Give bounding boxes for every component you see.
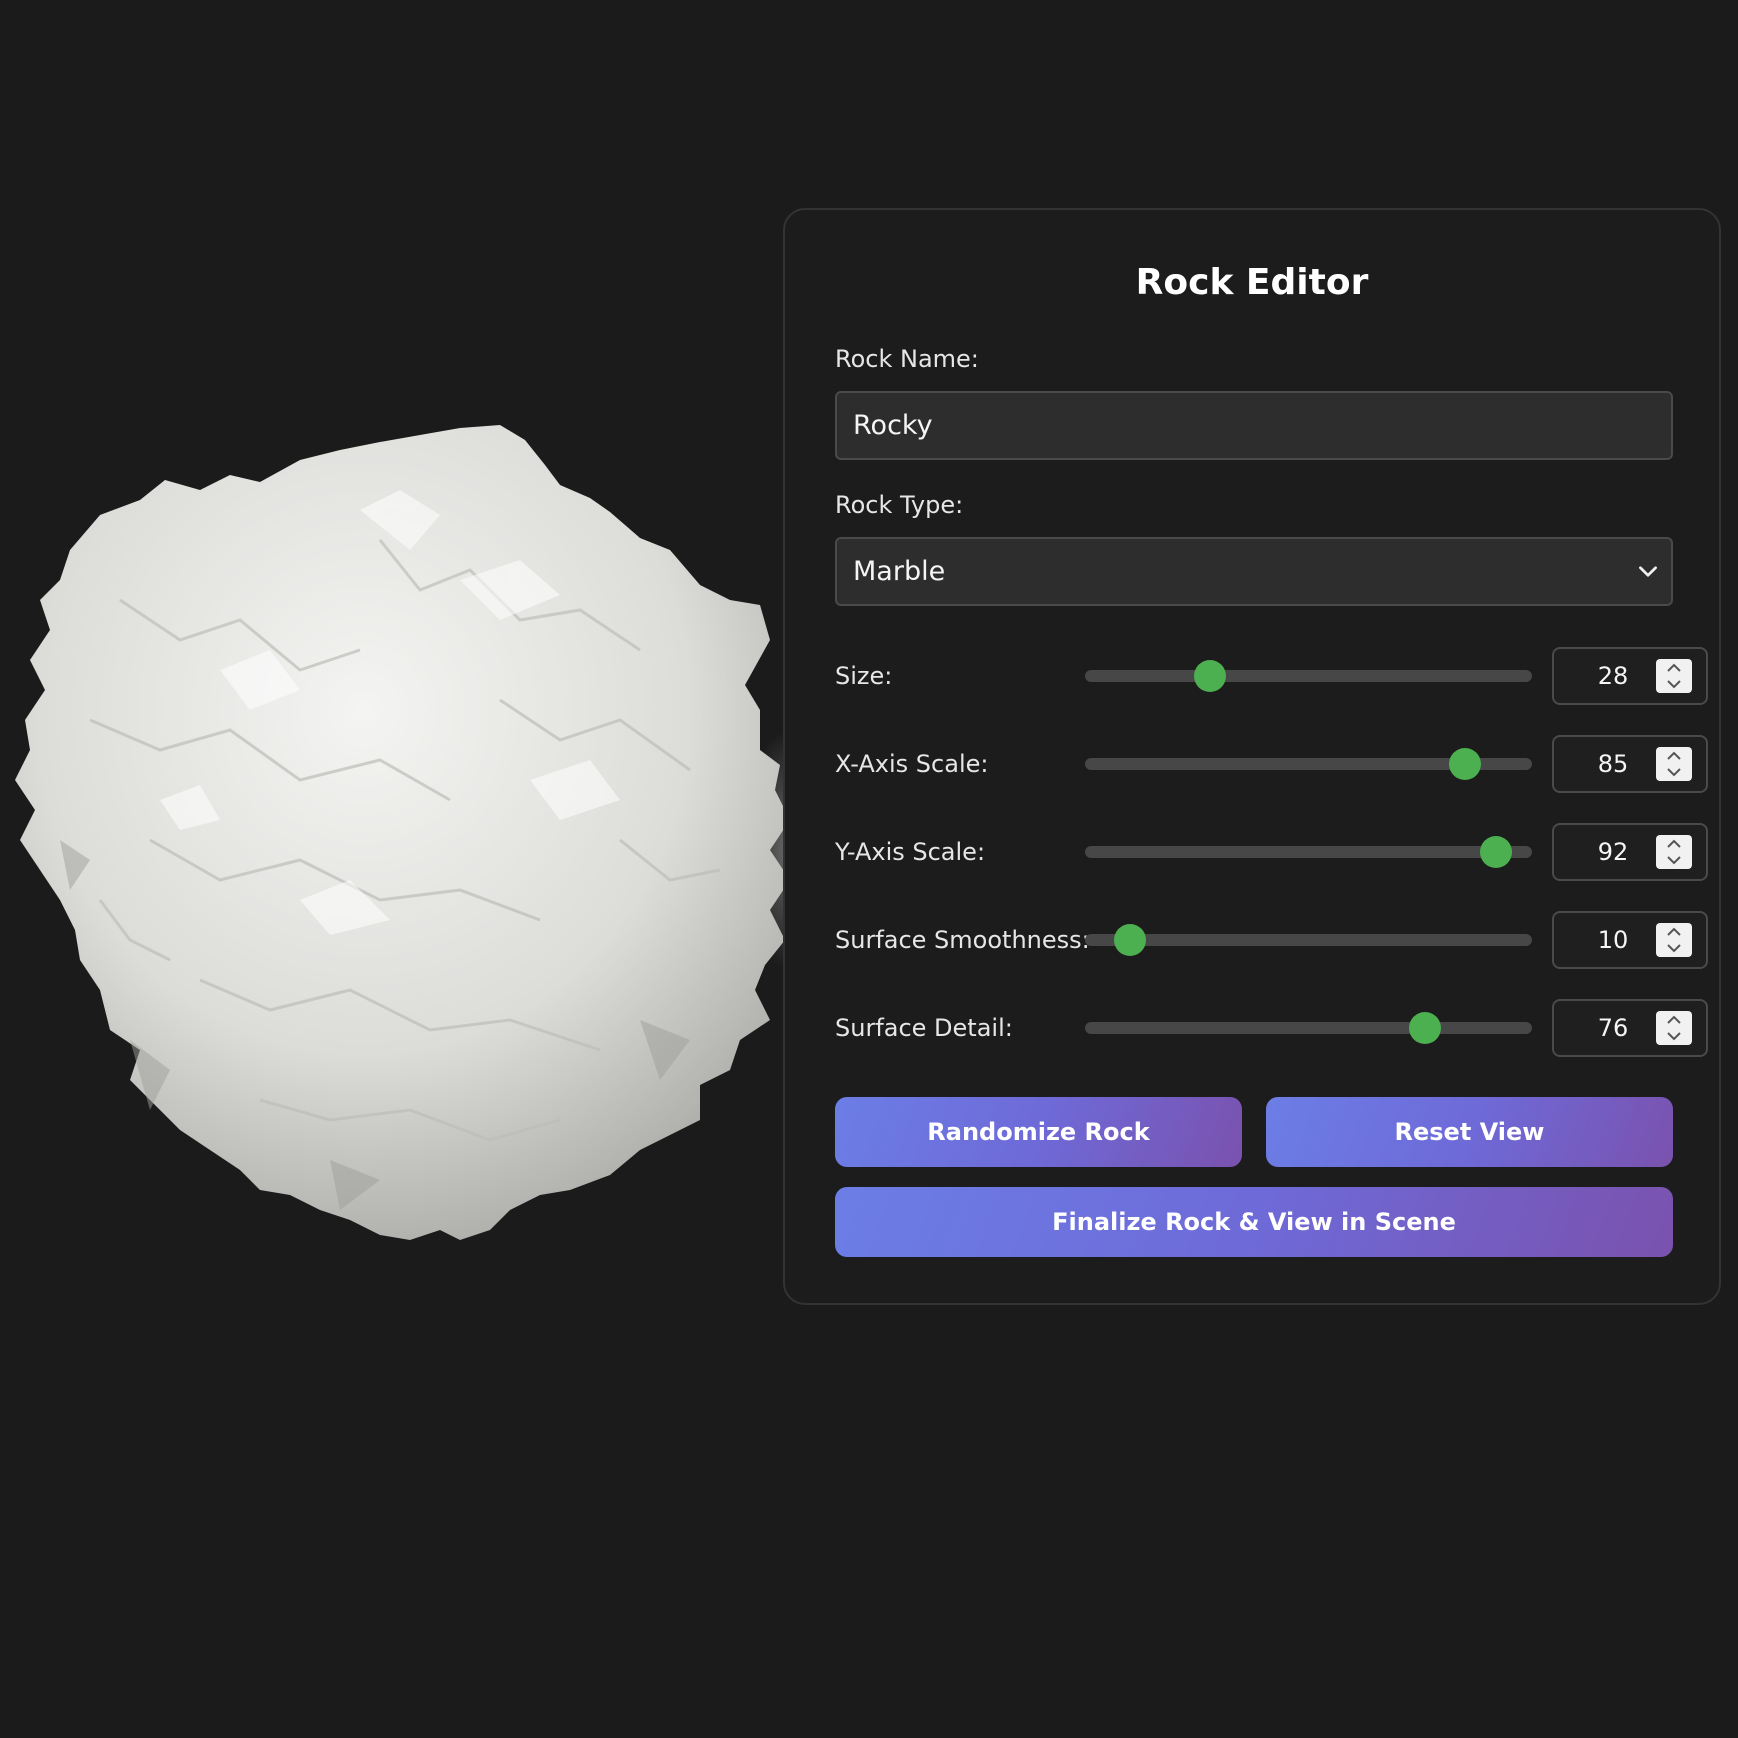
surface-smoothness-label: Surface Smoothness:	[835, 926, 1090, 954]
surface-smoothness-spinner[interactable]	[1656, 923, 1692, 957]
surface-smoothness-value: 10	[1597, 926, 1629, 954]
x-axis-scale-slider[interactable]	[1085, 748, 1532, 780]
surface-smoothness-number-input[interactable]: 10	[1552, 911, 1708, 969]
chevron-down-icon[interactable]	[1664, 853, 1684, 867]
x-axis-scale-slider-thumb[interactable]	[1448, 748, 1481, 780]
y-axis-scale-slider[interactable]	[1085, 836, 1532, 868]
3d-viewport[interactable]: Rock Editor Rock Name: Rock Type: Marble…	[0, 0, 1738, 1738]
size-value: 28	[1597, 662, 1629, 690]
y-axis-scale-slider-thumb[interactable]	[1480, 836, 1513, 868]
rock-type-value: Marble	[853, 556, 946, 587]
surface-detail-slider[interactable]	[1085, 1012, 1532, 1044]
surface-smoothness-slider-thumb[interactable]	[1113, 924, 1146, 956]
size-slider-thumb[interactable]	[1194, 660, 1227, 692]
size-control: Size: 28	[835, 647, 1715, 705]
chevron-up-icon[interactable]	[1664, 1013, 1684, 1027]
x-axis-scale-label: X-Axis Scale:	[835, 750, 989, 778]
rock-type-label: Rock Type:	[835, 491, 964, 519]
chevron-up-icon[interactable]	[1664, 749, 1684, 763]
surface-detail-spinner[interactable]	[1656, 1011, 1692, 1045]
rock-name-label: Rock Name:	[835, 345, 979, 373]
surface-detail-label: Surface Detail:	[835, 1014, 1013, 1042]
size-slider[interactable]	[1085, 660, 1532, 692]
chevron-down-icon	[1639, 566, 1657, 577]
x-axis-scale-number-input[interactable]: 85	[1552, 735, 1708, 793]
chevron-up-icon[interactable]	[1664, 661, 1684, 675]
y-axis-scale-control: Y-Axis Scale: 92	[835, 823, 1715, 881]
rock-model[interactable]	[0, 420, 800, 1280]
surface-smoothness-control: Surface Smoothness: 10	[835, 911, 1715, 969]
size-spinner[interactable]	[1656, 659, 1692, 693]
rock-type-select[interactable]: Marble	[835, 537, 1673, 606]
y-axis-scale-label: Y-Axis Scale:	[835, 838, 986, 866]
chevron-down-icon[interactable]	[1664, 941, 1684, 955]
chevron-up-icon[interactable]	[1664, 925, 1684, 939]
size-number-input[interactable]: 28	[1552, 647, 1708, 705]
rock-editor-panel: Rock Editor Rock Name: Rock Type: Marble…	[783, 208, 1721, 1305]
chevron-down-icon[interactable]	[1664, 1029, 1684, 1043]
chevron-down-icon[interactable]	[1664, 677, 1684, 691]
x-axis-scale-control: X-Axis Scale: 85	[835, 735, 1715, 793]
rock-name-input[interactable]	[835, 391, 1673, 460]
chevron-up-icon[interactable]	[1664, 837, 1684, 851]
surface-detail-value: 76	[1597, 1014, 1629, 1042]
surface-detail-slider-thumb[interactable]	[1408, 1012, 1441, 1044]
chevron-down-icon[interactable]	[1664, 765, 1684, 779]
panel-title: Rock Editor	[1135, 262, 1369, 303]
x-axis-scale-spinner[interactable]	[1656, 747, 1692, 781]
y-axis-scale-spinner[interactable]	[1656, 835, 1692, 869]
x-axis-scale-value: 85	[1597, 750, 1629, 778]
reset-view-button[interactable]: Reset View	[1266, 1097, 1673, 1167]
surface-detail-number-input[interactable]: 76	[1552, 999, 1708, 1057]
randomize-rock-button[interactable]: Randomize Rock	[835, 1097, 1242, 1167]
surface-detail-control: Surface Detail: 76	[835, 999, 1715, 1057]
y-axis-scale-number-input[interactable]: 92	[1552, 823, 1708, 881]
surface-smoothness-slider[interactable]	[1085, 924, 1532, 956]
y-axis-scale-value: 92	[1597, 838, 1629, 866]
finalize-rock-button[interactable]: Finalize Rock & View in Scene	[835, 1187, 1673, 1257]
size-label: Size:	[835, 662, 893, 690]
